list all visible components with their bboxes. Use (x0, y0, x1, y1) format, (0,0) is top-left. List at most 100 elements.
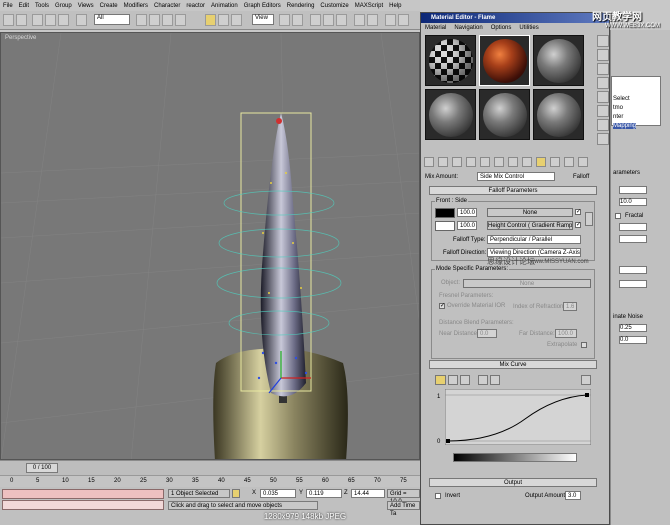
output-amount-field[interactable]: 3.0 (565, 491, 581, 500)
snap-toggle-icon[interactable] (310, 14, 321, 26)
maxscript-listener-input[interactable] (2, 489, 164, 499)
menu-item[interactable]: Views (78, 3, 94, 9)
assign-to-selection-icon[interactable] (452, 157, 462, 167)
me-menu-item[interactable]: Navigation (454, 25, 482, 31)
reset-curve-icon[interactable] (490, 375, 500, 385)
menu-item[interactable]: reactor (186, 3, 205, 9)
select-object-icon[interactable] (76, 14, 87, 26)
menu-item[interactable]: Group (55, 3, 72, 9)
side-color-swatch[interactable] (435, 221, 455, 231)
param-field[interactable] (619, 235, 647, 243)
select-by-name-icon[interactable] (149, 14, 160, 26)
select-and-scale-icon[interactable] (231, 14, 242, 26)
output-rollout[interactable]: Output (429, 478, 597, 487)
menu-item[interactable]: Edit (19, 3, 29, 9)
front-amount-field[interactable]: 100.0 (457, 208, 477, 217)
select-manipulate-icon[interactable] (292, 14, 303, 26)
backlight-icon[interactable] (597, 49, 609, 61)
me-menu-item[interactable]: Utilities (519, 25, 538, 31)
x-coord-field[interactable]: 0.035 (260, 489, 296, 498)
options-icon[interactable] (597, 119, 609, 131)
menu-item[interactable]: File (3, 3, 13, 9)
selection-filter-dropdown[interactable]: All (94, 14, 130, 25)
perspective-viewport[interactable]: Perspective (0, 32, 420, 460)
schematic-view-icon[interactable] (398, 14, 409, 26)
put-to-scene-icon[interactable] (438, 157, 448, 167)
sample-uv-tiling-icon[interactable] (597, 77, 609, 89)
object-pick-button[interactable]: None (463, 279, 591, 288)
map-type-label[interactable]: Falloff (573, 174, 589, 180)
mirror-icon[interactable] (354, 14, 365, 26)
angle-snap-icon[interactable] (323, 14, 334, 26)
near-distance-field[interactable]: 0.0 (477, 329, 497, 338)
select-and-rotate-icon[interactable] (218, 14, 229, 26)
material-slot-6[interactable] (533, 89, 584, 140)
go-forward-to-sibling-icon[interactable] (578, 157, 588, 167)
side-amount-field[interactable]: 100.0 (457, 221, 477, 230)
menu-item[interactable]: Customize (320, 3, 348, 9)
close-curve-icon[interactable] (581, 375, 591, 385)
select-icon[interactable] (136, 14, 147, 26)
percent-snap-icon[interactable] (336, 14, 347, 26)
falloff-parameters-rollout[interactable]: Falloff Parameters (429, 186, 597, 195)
align-icon[interactable] (367, 14, 378, 26)
window-crossing-icon[interactable] (175, 14, 186, 26)
move-point-icon[interactable] (435, 375, 446, 385)
unlink-icon[interactable] (45, 14, 56, 26)
make-unique-icon[interactable] (494, 157, 504, 167)
parameters-rollout-label[interactable]: arameters (613, 170, 640, 176)
ior-field[interactable]: 1.6 (563, 302, 577, 311)
lock-selection-icon[interactable] (232, 489, 240, 498)
reference-coordinate-dropdown[interactable]: View (252, 14, 274, 25)
make-copy-icon[interactable] (480, 157, 490, 167)
material-slot-2[interactable] (479, 35, 530, 86)
time-slider[interactable]: 0 / 100 (26, 463, 58, 473)
size-field[interactable]: 10.0 (619, 198, 647, 206)
param-field[interactable] (619, 280, 647, 288)
select-and-move-icon[interactable] (205, 14, 216, 26)
background-icon[interactable] (597, 63, 609, 75)
reset-map-icon[interactable] (466, 157, 476, 167)
noise-param-field[interactable]: 0.0 (619, 336, 647, 344)
rect-selection-icon[interactable] (162, 14, 173, 26)
curve-editor-icon[interactable] (385, 14, 396, 26)
stack-item[interactable]: nter (613, 114, 623, 120)
front-map-button[interactable]: None (487, 208, 573, 217)
stack-item-selected[interactable]: Mapping (613, 123, 637, 129)
front-map-checkbox[interactable] (575, 208, 581, 215)
make-preview-icon[interactable] (597, 105, 609, 117)
menu-item[interactable]: Tools (35, 3, 49, 9)
material-id-icon[interactable] (522, 157, 532, 167)
sample-type-icon[interactable] (597, 35, 609, 47)
add-point-icon[interactable] (460, 375, 470, 385)
put-to-library-icon[interactable] (508, 157, 518, 167)
menu-item[interactable]: Rendering (287, 3, 315, 9)
stack-item[interactable]: Select (613, 96, 630, 102)
time-slider-track[interactable]: 0 / 100 (0, 460, 420, 475)
extrapolate-checkbox[interactable] (581, 342, 587, 348)
mix-curve-rollout[interactable]: Mix Curve (429, 360, 597, 369)
me-menu-item[interactable]: Material (425, 25, 446, 31)
menu-item[interactable]: Character (154, 3, 180, 9)
video-color-check-icon[interactable] (597, 91, 609, 103)
invert-checkbox[interactable] (435, 493, 441, 499)
y-coord-field[interactable]: 0.119 (306, 489, 342, 498)
noise-amount-field[interactable]: 0.25 (619, 324, 647, 332)
falloff-type-dropdown[interactable]: Perpendicular / Parallel (487, 235, 581, 244)
mix-curve-graph[interactable] (445, 389, 591, 445)
material-name-field[interactable]: Side Mix Control (477, 172, 555, 181)
get-material-icon[interactable] (424, 157, 434, 167)
menu-item[interactable]: Modifiers (124, 3, 148, 9)
side-map-button[interactable]: Height Control ( Gradient Ramp ) (487, 221, 573, 230)
menu-item[interactable]: Graph Editors (244, 3, 281, 9)
me-menu-item[interactable]: Options (491, 25, 512, 31)
show-end-result-icon[interactable] (550, 157, 560, 167)
param-field[interactable] (619, 186, 647, 194)
go-to-parent-icon[interactable] (564, 157, 574, 167)
param-field[interactable] (619, 266, 647, 274)
bind-space-warp-icon[interactable] (58, 14, 69, 26)
stack-item[interactable]: tmo (613, 105, 623, 111)
override-ior-checkbox[interactable] (439, 302, 445, 309)
link-icon[interactable] (32, 14, 43, 26)
side-map-checkbox[interactable] (575, 221, 581, 228)
